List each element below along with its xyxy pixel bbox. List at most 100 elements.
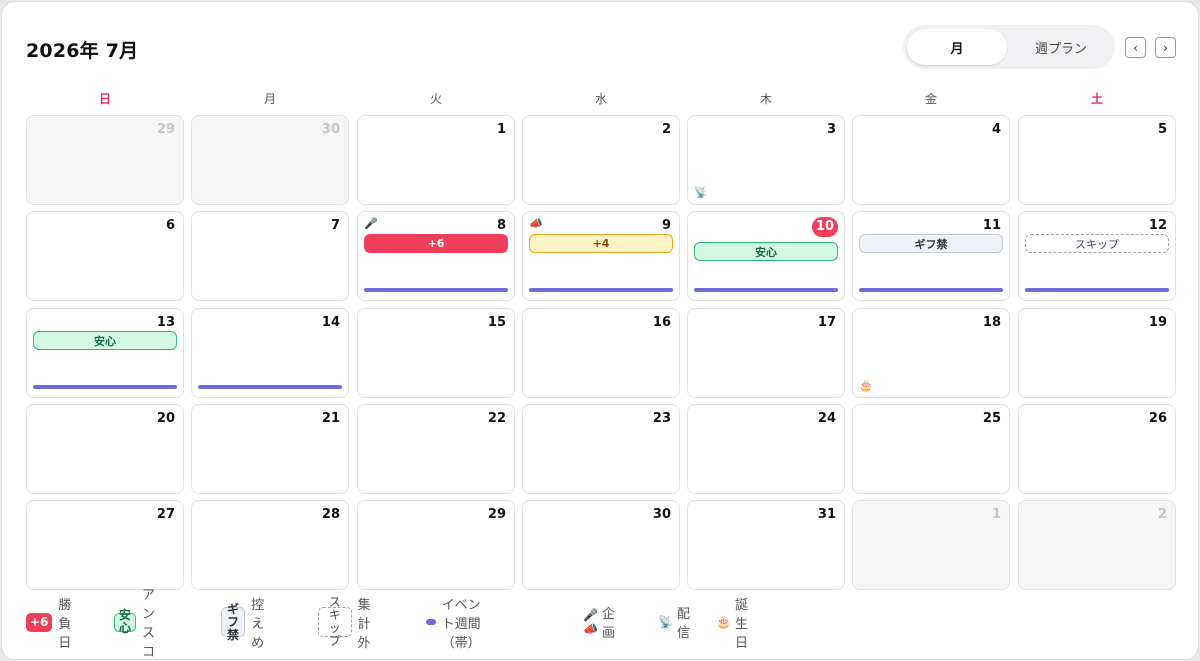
day-number: 13 <box>156 315 175 330</box>
event-pill-yellow[interactable]: +4 <box>529 234 673 253</box>
day-number: 30 <box>321 122 340 137</box>
day-cell[interactable]: 30 <box>522 500 680 590</box>
day-cell[interactable]: 2 <box>522 115 680 205</box>
event-week-band <box>694 288 838 292</box>
legend-band-label: イベント週間（帯） <box>441 597 481 651</box>
legend-birthday-label: 誕生日 <box>734 597 748 651</box>
day-cell[interactable]: 19 <box>1018 308 1176 398</box>
day-cell[interactable]: 1 <box>852 500 1010 590</box>
legend-anshin-label: アンスコ <box>142 588 156 660</box>
day-cell[interactable]: 21 <box>191 404 349 494</box>
day-cell[interactable]: 14 <box>191 308 349 398</box>
legend-skip: スキップ 集計外 <box>318 596 383 651</box>
weekday-tue: 火 <box>429 92 442 106</box>
satellite-icon: 📡 <box>694 186 708 199</box>
event-pill-gift[interactable]: ギフ禁 <box>859 234 1003 253</box>
legend-gift-chip: ギフ禁 <box>221 602 246 641</box>
day-cell[interactable]: 15 <box>357 308 515 398</box>
weekday-fri: 金 <box>924 92 937 106</box>
day-number: 18 <box>982 315 1001 330</box>
legend-anshin: 安心 アンスコ <box>114 588 155 660</box>
legend-gift-label: 控えめ <box>251 597 265 651</box>
day-number: 24 <box>817 411 836 426</box>
next-month-button[interactable]: › <box>1155 37 1176 58</box>
birthday-cake-icon: 🎂 <box>716 615 731 629</box>
event-pill-green[interactable]: 安心 <box>694 242 838 261</box>
weekday-thu: 木 <box>759 92 772 106</box>
day-cell[interactable]: 26 <box>1018 404 1176 494</box>
day-cell[interactable]: 17 <box>687 308 845 398</box>
day-cell[interactable]: 1 <box>357 115 515 205</box>
day-number: 29 <box>487 507 506 522</box>
day-cell[interactable]: 31 <box>687 500 845 590</box>
day-number: 20 <box>156 411 175 426</box>
day-number: 14 <box>321 315 340 330</box>
legend-skip-label: 集計外 <box>357 597 371 651</box>
birthday-cake-icon: 🎂 <box>859 379 873 392</box>
day-cell[interactable]: 9 📣 +4 <box>522 211 680 301</box>
weekday-sun: 日 <box>98 92 111 106</box>
day-cell[interactable]: 6 <box>26 211 184 301</box>
day-cell[interactable]: 8 🎤 +6 <box>357 211 515 301</box>
event-pill-skip[interactable]: スキップ <box>1025 234 1169 253</box>
weekday-sat: 土 <box>1090 92 1103 106</box>
legend-win: +6 勝負日 <box>26 598 71 651</box>
month-title: 2026年 7月 <box>26 40 139 62</box>
day-number: 30 <box>652 507 671 522</box>
day-cell[interactable]: 12 スキップ <box>1018 211 1176 301</box>
day-number: 1 <box>496 122 506 137</box>
day-number: 31 <box>817 507 836 522</box>
day-number: 1 <box>991 507 1001 522</box>
event-week-band <box>33 385 177 389</box>
today-day-number: 10 <box>811 217 838 237</box>
day-cell[interactable]: 20 <box>26 404 184 494</box>
day-cell[interactable]: 11 ギフ禁 <box>852 211 1010 301</box>
day-cell[interactable]: 4 <box>852 115 1010 205</box>
day-number: 3 <box>826 122 836 137</box>
day-cell[interactable]: 29 <box>26 115 184 205</box>
legend-win-label: 勝負日 <box>58 597 72 651</box>
event-week-band <box>859 288 1003 292</box>
day-number: 23 <box>652 411 671 426</box>
day-cell[interactable]: 24 <box>687 404 845 494</box>
day-cell[interactable]: 7 <box>191 211 349 301</box>
day-cell[interactable]: 25 <box>852 404 1010 494</box>
day-cell[interactable]: 27 <box>26 500 184 590</box>
day-cell[interactable]: 23 <box>522 404 680 494</box>
satellite-icon: 📡 <box>658 615 673 629</box>
day-number: 9 <box>661 218 671 233</box>
view-week-plan-button[interactable]: 週プラン <box>1011 29 1111 65</box>
day-number: 21 <box>321 411 340 426</box>
day-cell[interactable]: 13 安心 <box>26 308 184 398</box>
day-cell[interactable]: 30 <box>191 115 349 205</box>
day-number: 5 <box>1157 122 1167 137</box>
calendar-card: 2026年 7月 月 週プラン ‹ › 日月火水木金土 29 30 1 2 3 📡 4 5 6 7… <box>1 1 1199 660</box>
event-week-band <box>529 288 673 292</box>
legend-stream: 📡 配信 <box>658 607 690 641</box>
day-number: 2 <box>1157 507 1167 522</box>
day-cell[interactable]: 2 <box>1018 500 1176 590</box>
day-cell[interactable]: 16 <box>522 308 680 398</box>
legend-anshin-chip: 安心 <box>114 609 137 635</box>
day-cell[interactable]: 29 <box>357 500 515 590</box>
view-month-button[interactable]: 月 <box>907 29 1007 65</box>
day-cell[interactable]: 28 <box>191 500 349 590</box>
legend-band: イベント週間（帯） <box>426 598 493 651</box>
day-cell[interactable]: 22 <box>357 404 515 494</box>
day-cell[interactable]: 18 🎂 <box>852 308 1010 398</box>
day-number: 4 <box>991 122 1001 137</box>
event-pill-win[interactable]: +6 <box>364 234 508 253</box>
legend-stream-label: 配信 <box>676 607 690 641</box>
legend-gift: ギフ禁 控えめ <box>221 598 274 651</box>
day-number: 8 <box>496 218 506 233</box>
day-number: 16 <box>652 315 671 330</box>
day-cell[interactable]: 10 安心 <box>687 211 845 301</box>
day-cell[interactable]: 3 📡 <box>687 115 845 205</box>
prev-month-button[interactable]: ‹ <box>1125 37 1146 58</box>
day-number: 22 <box>487 411 506 426</box>
day-cell[interactable]: 5 <box>1018 115 1176 205</box>
legend-plan: 🎤📣 企画 <box>583 607 615 641</box>
event-week-band <box>198 385 342 389</box>
event-pill-green[interactable]: 安心 <box>33 331 177 350</box>
day-number: 6 <box>165 218 175 233</box>
